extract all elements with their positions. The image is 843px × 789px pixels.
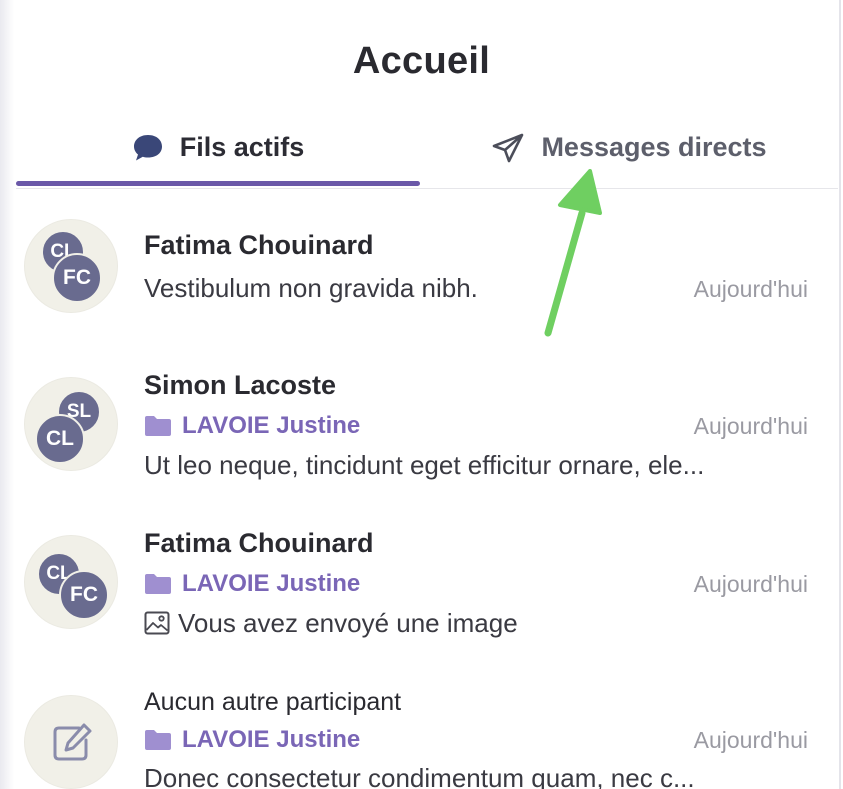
tab-label: Fils actifs (179, 132, 305, 162)
thread-preview: Vous avez envoyé une image (144, 608, 809, 642)
tab-label: Messages directs (541, 132, 767, 162)
thread-preview: Ut leo neque, tincidunt eget efficitur o… (144, 450, 705, 480)
folder-icon (144, 415, 172, 437)
avatar: FC (59, 570, 109, 620)
thread-name: Fatima Chouinard (144, 528, 374, 558)
thread-folder: LAVOIE Justine (144, 412, 360, 440)
thread-time: Aujourd'hui (693, 413, 808, 439)
thread-item[interactable]: CL FC Fatima Chouinard LAVOIE Justine Au… (16, 512, 816, 652)
active-tab-indicator (16, 181, 420, 186)
folder-icon (144, 729, 172, 751)
thread-item[interactable]: CL FC Fatima Chouinard Vestibulum non gr… (16, 214, 816, 334)
thread-name: Simon Lacoste (144, 370, 337, 400)
thread-folder: LAVOIE Justine (144, 570, 360, 598)
thread-preview: Vestibulum non gravida nibh. (144, 273, 478, 303)
avatar-group (25, 696, 117, 788)
right-border (839, 0, 841, 789)
left-shadow (0, 0, 14, 789)
page-title: Accueil (352, 40, 491, 82)
avatar-group: SL CL (25, 378, 117, 470)
avatar-group: CL FC (25, 220, 117, 312)
folder-label: LAVOIE Justine (182, 570, 361, 597)
preview-text: Vous avez envoyé une image (178, 608, 518, 638)
folder-label: LAVOIE Justine (182, 726, 361, 753)
thread-preview: Donec consectetur condimentum quam, nec … (144, 763, 695, 789)
thread-time: Aujourd'hui (693, 727, 808, 753)
folder-label: LAVOIE Justine (182, 412, 361, 439)
tab-bar: Fils actifs Messages directs (16, 110, 838, 189)
image-icon (144, 611, 170, 642)
folder-icon (144, 573, 172, 595)
thread-name: Fatima Chouinard (144, 230, 374, 260)
thread-item[interactable]: SL CL Simon Lacoste LAVOIE Justine Aujou… (16, 354, 816, 494)
paper-plane-icon (491, 132, 525, 164)
edit-icon (50, 720, 94, 769)
thread-name: Aucun autre participant (144, 688, 402, 716)
thread-item[interactable]: Aucun autre participant LAVOIE Justine A… (16, 670, 816, 789)
avatar: CL (35, 414, 85, 464)
thread-time: Aujourd'hui (693, 571, 808, 597)
tab-active-threads[interactable]: Fils actifs (16, 110, 420, 186)
chat-bubble-icon (132, 133, 164, 163)
tab-direct-messages[interactable]: Messages directs (420, 110, 838, 185)
home-panel: Accueil Fils actifs Messages directs CL … (0, 0, 843, 789)
avatar: FC (52, 253, 102, 303)
thread-folder: LAVOIE Justine (144, 726, 360, 754)
thread-time: Aujourd'hui (693, 276, 808, 302)
avatar-group: CL FC (25, 536, 117, 628)
